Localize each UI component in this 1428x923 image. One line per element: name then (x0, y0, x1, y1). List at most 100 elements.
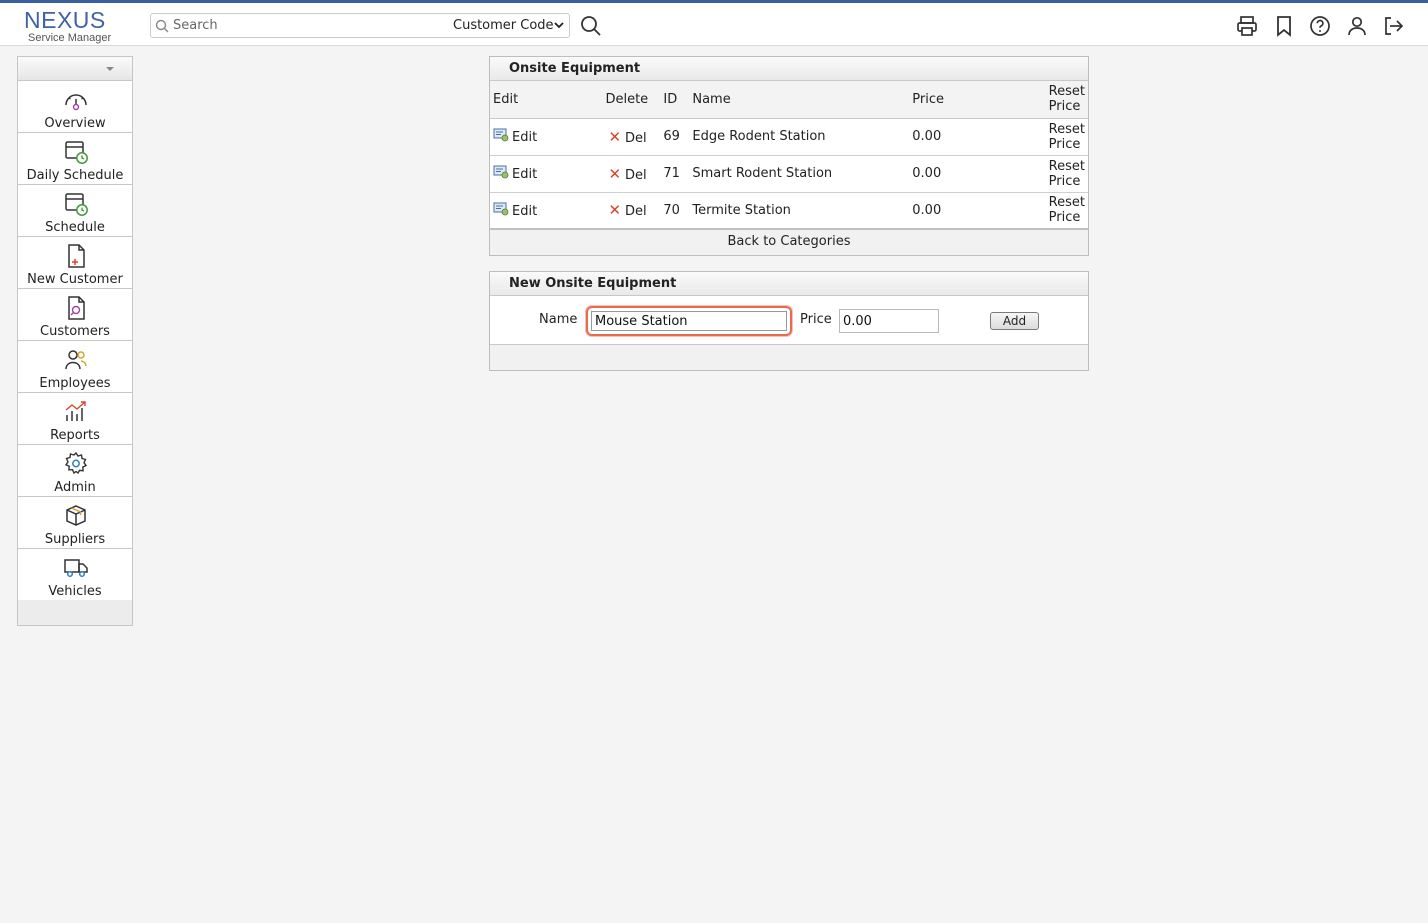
sidebar-footer (18, 600, 132, 625)
delete-link[interactable]: Del (625, 204, 647, 219)
delete-link[interactable]: Del (625, 168, 647, 183)
table-row: Edit ✕ Del 70 Termite Station 0.00 Reset P… (490, 192, 1088, 230)
search-bar: Customer Code (150, 13, 570, 38)
search-scope-value: Customer Code (453, 18, 554, 33)
search-button[interactable] (580, 15, 602, 37)
header-reset-line2: Price (1048, 99, 1081, 115)
edit-link[interactable]: Edit (512, 130, 537, 145)
column-header-edit: Edit (490, 81, 603, 119)
onsite-equipment-panel: Onsite Equipment Edit Delete ID Name Pri… (489, 56, 1089, 256)
edit-cell[interactable]: Edit (490, 155, 603, 193)
sidebar-item-schedule[interactable]: Schedule (18, 185, 132, 237)
search-scope-select[interactable]: Customer Code (445, 14, 569, 37)
calendar-clock-icon (65, 193, 88, 216)
edit-cell[interactable]: Edit (490, 192, 603, 230)
sidebar-item-suppliers[interactable]: Suppliers (18, 497, 132, 549)
delete-cell[interactable]: ✕ Del (602, 118, 661, 156)
printer-icon[interactable] (1235, 14, 1259, 38)
sidebar-item-daily-schedule[interactable]: Daily Schedule (18, 133, 132, 185)
sidebar-item-reports[interactable]: Reports (18, 393, 132, 445)
chevron-down-icon (554, 22, 564, 29)
edit-icon[interactable] (493, 165, 510, 179)
new-equipment-panel: New Onsite Equipment Name Price Add (489, 271, 1089, 371)
price-input[interactable] (839, 309, 939, 333)
collapse-caret-icon[interactable] (106, 67, 114, 71)
price-cell: 0.00 (909, 192, 1046, 230)
reset-line2: Price (1048, 210, 1081, 226)
column-header-price: Price (909, 81, 1046, 119)
edit-cell[interactable]: Edit (490, 118, 603, 156)
price-label: Price (800, 312, 832, 327)
file-search-icon (68, 296, 85, 320)
delete-x-icon[interactable]: ✕ (608, 128, 621, 146)
sidebar-item-label: Vehicles (48, 584, 102, 599)
user-icon[interactable] (1345, 14, 1369, 38)
gauge-icon (65, 94, 87, 111)
id-cell: 70 (660, 192, 690, 230)
nexus-logo[interactable]: NEXUS Service Manager (24, 8, 124, 44)
column-header-name: Name (689, 81, 910, 119)
box-icon (66, 505, 86, 526)
back-to-categories-link[interactable]: Back to Categories (490, 230, 1088, 255)
gear-icon (64, 451, 88, 475)
reset-price-link[interactable]: Reset Price (1045, 192, 1088, 230)
name-field-focus-ring (586, 306, 792, 336)
name-cell: Smart Rodent Station (689, 155, 910, 193)
panel-title: New Onsite Equipment (490, 272, 1088, 296)
search-icon (155, 19, 169, 33)
delete-x-icon[interactable]: ✕ (608, 165, 621, 183)
price-cell: 0.00 (909, 118, 1046, 156)
delete-cell[interactable]: ✕ Del (602, 192, 661, 230)
reset-price-link[interactable]: Reset Price (1045, 155, 1088, 193)
delete-link[interactable]: Del (625, 131, 647, 146)
reset-line1: Reset (1048, 195, 1085, 211)
id-cell: 69 (660, 118, 690, 156)
logo-sub-text: Service Manager (28, 32, 112, 44)
search-input[interactable] (173, 16, 443, 35)
id-cell: 71 (660, 155, 690, 193)
new-equipment-form: Name Price Add (490, 296, 1088, 345)
users-icon (65, 350, 87, 370)
sidebar-item-label: Schedule (45, 220, 105, 235)
name-cell: Termite Station (689, 192, 910, 230)
price-cell: 0.00 (909, 155, 1046, 193)
calendar-clock-icon (65, 141, 88, 164)
sidebar-item-label: New Customer (27, 272, 123, 287)
equipment-table: Edit Delete ID Name Price Reset Price Edi… (490, 81, 1088, 230)
table-row: Edit ✕ Del 71 Smart Rodent Station 0.00 R… (490, 155, 1088, 193)
column-header-id: ID (660, 81, 690, 119)
sidebar-item-employees[interactable]: Employees (18, 341, 132, 393)
sidebar-item-label: Reports (50, 428, 100, 443)
logo-main-text: NEXUS (24, 7, 106, 33)
sidebar-item-new-customer[interactable]: New Customer (18, 237, 132, 289)
sidebar-header[interactable] (18, 57, 132, 81)
name-cell: Edge Rodent Station (689, 118, 910, 156)
sidebar-item-label: Customers (40, 324, 110, 339)
edit-icon[interactable] (493, 128, 510, 142)
bookmark-icon[interactable] (1272, 14, 1296, 38)
sidebar-item-label: Suppliers (44, 532, 106, 547)
delete-x-icon[interactable]: ✕ (608, 201, 621, 219)
add-button[interactable]: Add (990, 312, 1039, 330)
file-plus-icon (68, 244, 85, 268)
sidebar-item-vehicles[interactable]: Vehicles (18, 549, 132, 601)
reset-line2: Price (1048, 173, 1081, 189)
sidebar-item-customers[interactable]: Customers (18, 289, 132, 341)
name-input[interactable] (591, 311, 787, 331)
sidebar-item-overview[interactable]: Overview (18, 81, 132, 133)
edit-link[interactable]: Edit (512, 167, 537, 182)
panel-title: Onsite Equipment (490, 57, 1088, 81)
sidebar-item-label: Employees (39, 376, 111, 391)
delete-cell[interactable]: ✕ Del (602, 155, 661, 193)
edit-icon[interactable] (493, 202, 510, 216)
edit-link[interactable]: Edit (512, 204, 537, 219)
help-icon[interactable] (1308, 14, 1332, 38)
logout-icon[interactable] (1381, 14, 1405, 38)
sidebar-nav: Overview Daily Schedule Schedule New Cus… (17, 56, 133, 626)
reset-line2: Price (1048, 136, 1081, 152)
table-row: Edit ✕ Del 69 Edge Rodent Station 0.00 Re… (490, 118, 1088, 156)
sidebar-item-label: Daily Schedule (26, 168, 124, 183)
sidebar-item-label: Overview (44, 116, 106, 131)
sidebar-item-admin[interactable]: Admin (18, 445, 132, 497)
reset-price-link[interactable]: Reset Price (1045, 118, 1088, 156)
